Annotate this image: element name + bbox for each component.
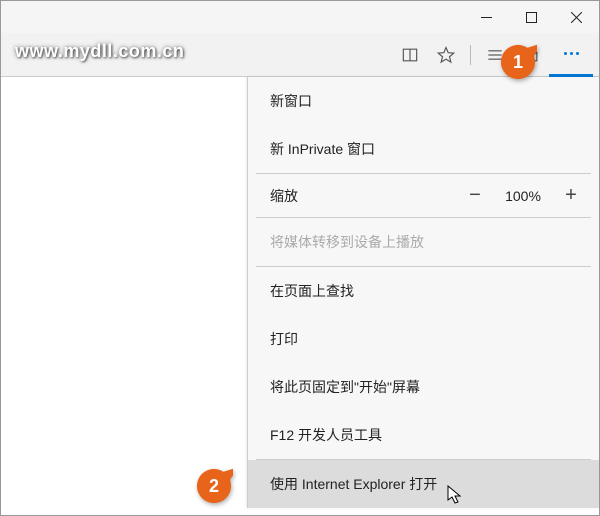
menu-find-on-page[interactable]: 在页面上查找 [248,267,599,315]
menu-open-with-ie[interactable]: 使用 Internet Explorer 打开 [248,460,599,508]
more-actions-button[interactable] [549,33,593,77]
zoom-value: 100% [499,188,547,204]
toolbar-separator [470,45,471,65]
more-actions-menu: 新窗口 新 InPrivate 窗口 缩放 − 100% + 将媒体转移到设备上… [247,77,599,508]
menu-pin-to-start[interactable]: 将此页固定到"开始"屏幕 [248,363,599,411]
favorites-icon[interactable] [428,33,464,77]
ellipsis-icon [564,52,579,55]
zoom-label: 缩放 [270,186,451,206]
reading-view-icon[interactable] [392,33,428,77]
close-button[interactable] [554,1,599,33]
menu-new-window[interactable]: 新窗口 [248,77,599,125]
minimize-button[interactable] [464,1,509,33]
callout-number: 2 [209,476,219,497]
callout-number: 1 [513,52,523,73]
watermark-text: www.mydll.com.cn [15,41,184,62]
window-titlebar [1,1,599,33]
mouse-cursor-icon [447,485,463,505]
annotation-callout-1: 1 [499,43,537,81]
menu-zoom-row: 缩放 − 100% + [248,174,599,217]
menu-print[interactable]: 打印 [248,315,599,363]
page-content-area: 新窗口 新 InPrivate 窗口 缩放 − 100% + 将媒体转移到设备上… [1,77,599,515]
menu-devtools[interactable]: F12 开发人员工具 [248,411,599,459]
annotation-callout-2: 2 [195,467,233,505]
zoom-in-button[interactable]: + [557,184,585,207]
menu-cast-media: 将媒体转移到设备上播放 [248,218,599,266]
maximize-button[interactable] [509,1,554,33]
zoom-out-button[interactable]: − [461,184,489,207]
menu-new-inprivate[interactable]: 新 InPrivate 窗口 [248,125,599,173]
